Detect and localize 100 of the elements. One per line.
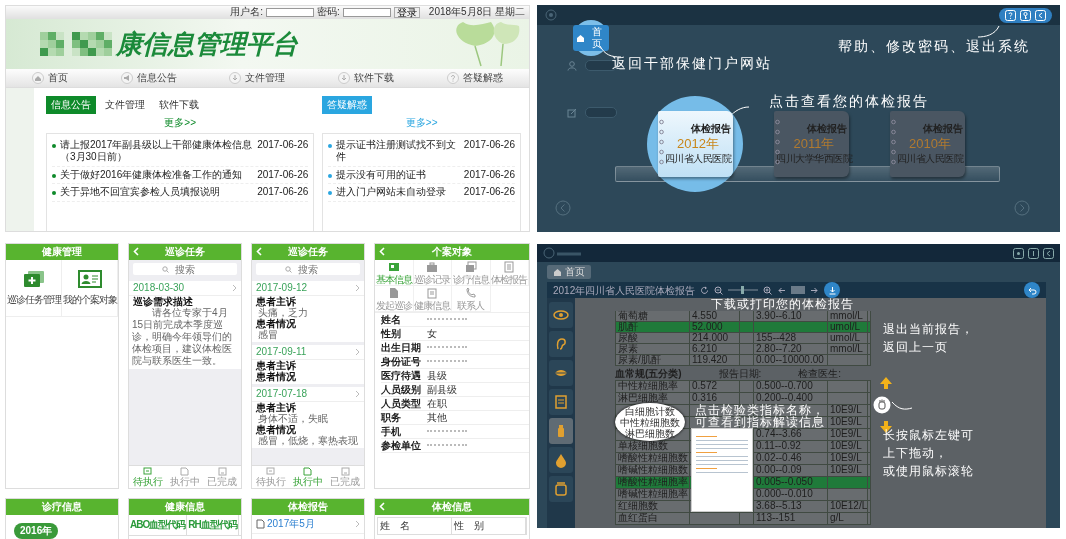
previous-arrow-icon[interactable]	[777, 285, 787, 295]
notice-date: 2017-06-26	[257, 186, 309, 199]
table-cell: 10E9/L	[828, 465, 868, 476]
report-item[interactable]: 2017年5月	[252, 515, 364, 534]
back-button[interactable]	[1024, 282, 1040, 298]
nav-link[interactable]: 软件下载	[354, 71, 395, 85]
help-icon[interactable]	[1013, 247, 1024, 259]
more-link[interactable]: 更多>>	[164, 117, 196, 130]
sidebar-tab[interactable]	[549, 360, 573, 386]
tab[interactable]: 文件管理	[100, 96, 150, 114]
field-label: 身份证号	[381, 355, 422, 368]
notice-date: 2017-06-26	[463, 138, 515, 151]
field-label: 人员级别	[381, 383, 422, 396]
task-card[interactable]: 2017-09-11 患者主诉 患者情况	[252, 345, 364, 384]
nav-link[interactable]: 首页	[48, 71, 69, 85]
search-field[interactable]: 搜索	[256, 263, 360, 275]
field-value: 感冒	[258, 329, 278, 340]
next-arrow-icon[interactable]	[810, 285, 820, 295]
document-icon	[143, 467, 153, 476]
sidebar-tab[interactable]	[549, 389, 573, 415]
notepad-icon	[553, 394, 569, 410]
zoom-out-icon[interactable]	[714, 285, 724, 295]
zoom-in-icon[interactable]	[763, 285, 773, 295]
task-card[interactable]: 2018-03-30 巡诊需求描述 请各位专家于4月15日前完成本季度巡诊，明确今年领导们的体检项目，建议体检医院与联系医生一致。	[129, 281, 241, 369]
annotation-text: 返回干部保健门户网站	[612, 55, 772, 72]
table-cell: mmol/L	[828, 344, 868, 354]
indicator-name[interactable]: 白细胞计数	[625, 405, 675, 417]
tab[interactable]: 软件下载	[154, 96, 204, 114]
table-cell: umol/L	[828, 322, 868, 332]
home-icon	[32, 72, 45, 84]
file-icon	[256, 519, 265, 529]
document-icon	[303, 467, 313, 476]
table-cell: 尿素	[616, 344, 690, 354]
indicator-name[interactable]: 中性粒细胞数	[620, 416, 680, 428]
back-icon[interactable]	[256, 247, 262, 256]
home-button[interactable]: 首页	[547, 265, 591, 279]
field-label: 巡诊需求描述	[132, 296, 194, 307]
notice-link[interactable]: 关于做好2016年健康体检准备工作的通知	[60, 168, 254, 181]
sidebar-tab[interactable]	[549, 418, 573, 444]
field-label: 患者情况	[255, 318, 296, 329]
exit-icon[interactable]	[1043, 247, 1054, 259]
table-cell: 0.000--0.010	[754, 489, 828, 500]
id-card-icon	[77, 270, 102, 288]
task-card[interactable]: 2017-07-18 患者主诉 身体不适，失眠 患者情况 感冒，低烧，寒热表现	[252, 387, 364, 448]
table-cell: 葡萄糖	[616, 311, 690, 321]
home-button[interactable]: 首页	[573, 25, 609, 51]
field-label: 患者主诉	[255, 402, 296, 413]
login-button[interactable]: 登录	[393, 7, 420, 18]
page-field[interactable]	[791, 286, 806, 294]
key-icon[interactable]	[1028, 247, 1039, 259]
tab[interactable]: 信息公告	[46, 96, 96, 114]
sidebar-tab[interactable]	[549, 302, 573, 328]
screen-title: 诊疗信息	[42, 501, 82, 513]
search-field[interactable]: 搜索	[133, 263, 237, 275]
field-label: 参检单位	[381, 439, 422, 452]
menu-tile[interactable]: 我的个案对象	[62, 260, 118, 316]
sidebar-tab[interactable]	[549, 447, 573, 473]
table-cell: 10E9/L	[828, 453, 868, 464]
back-icon[interactable]	[133, 247, 139, 256]
table-cell: 0.02--0.46	[754, 453, 828, 464]
briefcase-icon	[426, 260, 439, 273]
notice-link[interactable]: 关于异地不回宜宾参检人员填报说明	[60, 186, 254, 199]
notice-link[interactable]: 请上报2017年副县级以上干部健康体检信息（3月30日前）	[60, 138, 254, 164]
table-cell: 155--428	[754, 333, 828, 343]
field-value: 县级	[427, 369, 448, 382]
password-field[interactable]	[342, 8, 391, 17]
search-icon	[162, 265, 170, 273]
screen-title: 体检信息	[432, 501, 472, 513]
document-icon	[266, 467, 276, 476]
house-icon	[553, 268, 562, 276]
hand-icon	[873, 396, 891, 414]
report-book[interactable]: 体检报告 2012年 四川省人民医院	[657, 111, 733, 177]
task-card[interactable]: 2017-09-12 患者主诉 头痛，乏力 患者情况 感冒	[252, 281, 364, 342]
jar-icon	[553, 481, 569, 497]
password-label: 密码:	[317, 6, 340, 19]
annotation-text: 退出当前报告， 返回上一页	[883, 321, 974, 356]
username-field[interactable]	[266, 8, 315, 17]
menu-tile[interactable]: 巡诊任务管理	[6, 260, 62, 316]
table-cell: g/L	[828, 513, 868, 524]
notice-link[interactable]: 提示没有可用的证书	[336, 168, 460, 181]
screen-title: 个案对象	[432, 246, 472, 258]
notice-link[interactable]: 提示证书注册测试找不到文件	[336, 138, 460, 164]
slider-thumb[interactable]	[740, 286, 744, 294]
back-icon[interactable]	[379, 502, 385, 511]
form-label: 性 别	[452, 518, 526, 534]
notice-link[interactable]: 进入门户网站未自动登录	[336, 186, 460, 199]
download-button[interactable]	[824, 282, 841, 298]
folders-icon	[464, 260, 477, 273]
task-date: 2017-07-18	[256, 388, 308, 400]
table-cell: RH血型代码	[187, 515, 239, 535]
table-cell: 214.000	[690, 333, 740, 343]
sidebar-tab[interactable]	[549, 476, 573, 502]
back-icon[interactable]	[379, 247, 385, 256]
indicator-name[interactable]: 淋巴细胞数	[625, 427, 675, 439]
nav-link[interactable]: 文件管理	[245, 71, 286, 85]
document-icon	[340, 467, 350, 476]
nav-link[interactable]: 答疑解惑	[462, 71, 503, 85]
sidebar-tab[interactable]	[549, 331, 573, 357]
nav-link[interactable]: 信息公告	[136, 71, 177, 85]
refresh-icon[interactable]	[700, 285, 710, 295]
